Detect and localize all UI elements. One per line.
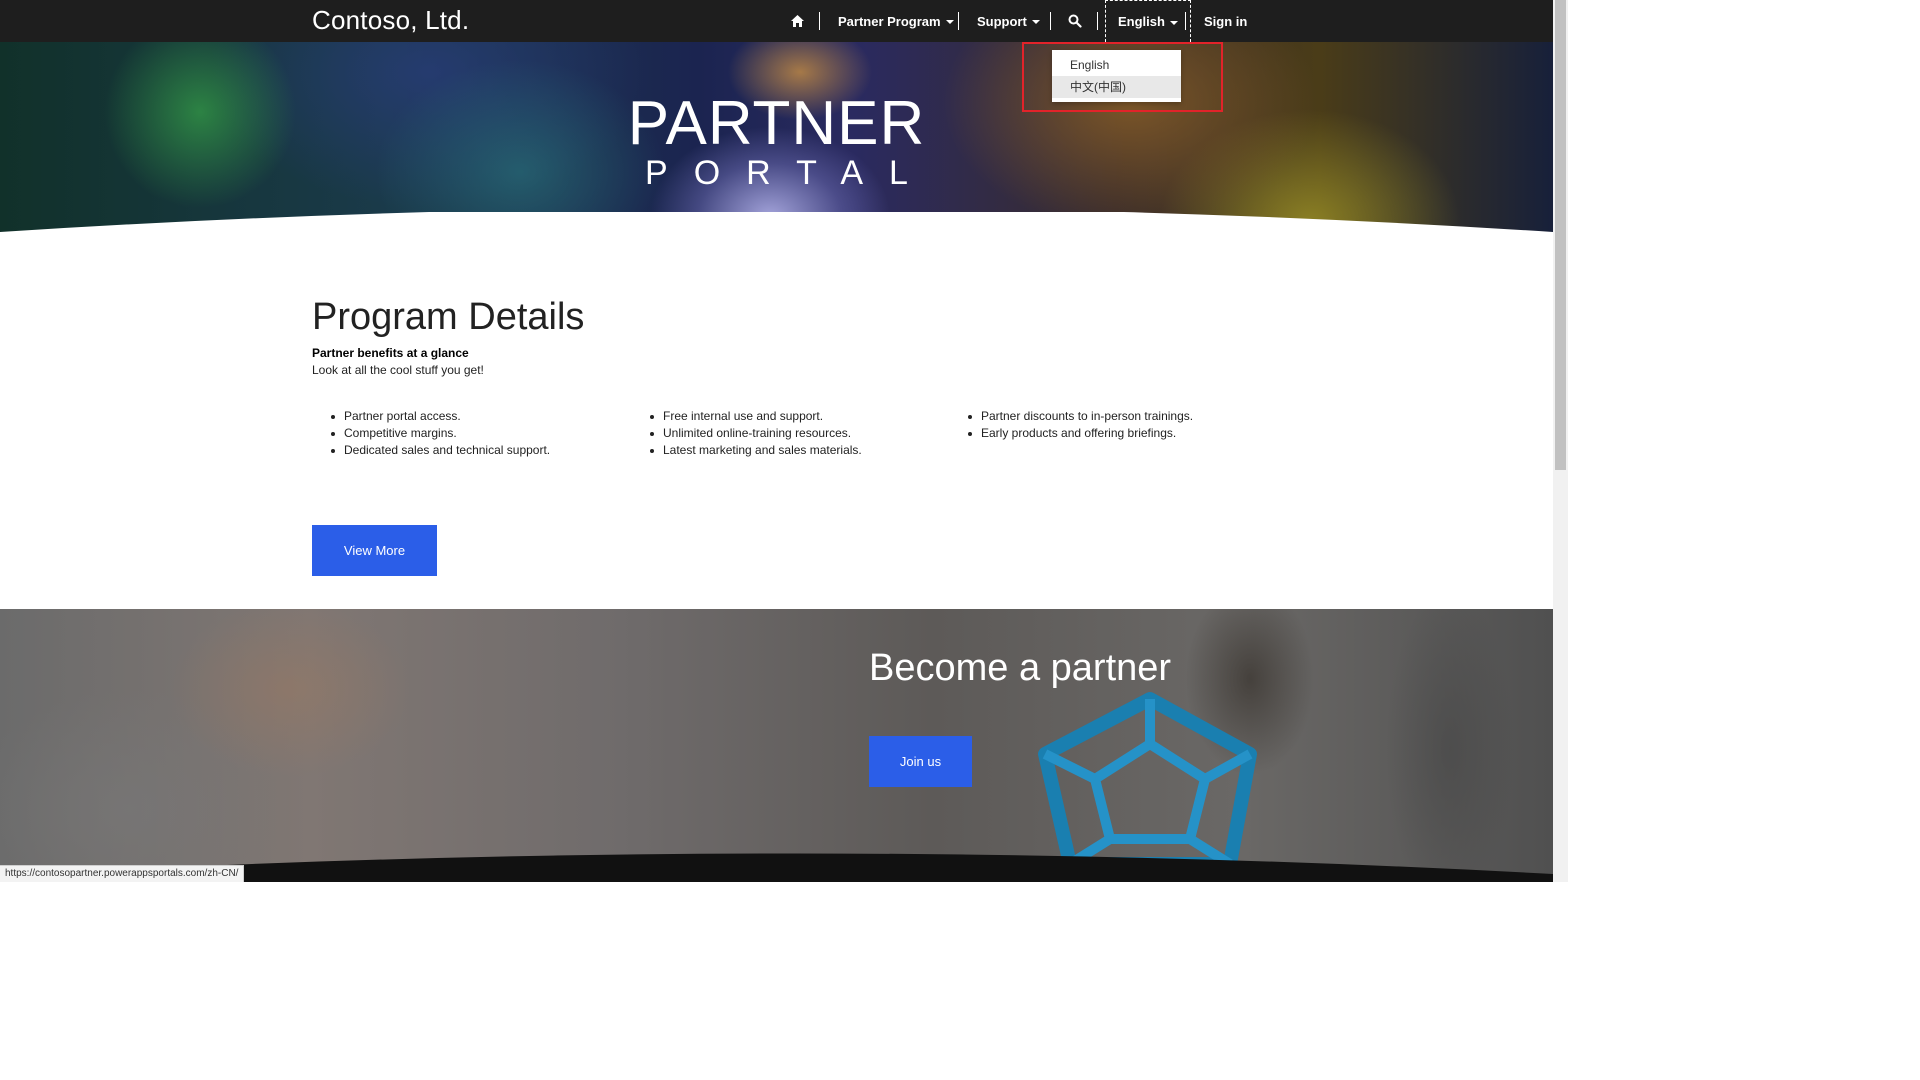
nav-support-label: Support [977, 13, 1027, 29]
language-menu-toggle[interactable]: English [1105, 0, 1191, 42]
list-item: Competitive margins. [312, 426, 550, 443]
language-option-english[interactable]: English [1052, 54, 1181, 76]
nav-separator [1097, 12, 1098, 30]
nav-separator [958, 12, 959, 30]
program-tagline: Look at all the cool stuff you get! [312, 363, 484, 377]
sign-in-link[interactable]: Sign in [1204, 0, 1247, 42]
chevron-down-icon [945, 20, 954, 24]
nav-partner-program-menu[interactable]: Partner Program [838, 0, 954, 42]
language-menu-label: English [1118, 14, 1165, 29]
partner-background-image [0, 609, 1553, 882]
benefits-list-col1: Partner portal access. Competitive margi… [312, 409, 550, 460]
search-icon[interactable] [1068, 0, 1082, 42]
nav-separator [1050, 12, 1051, 30]
program-subtitle: Partner benefits at a glance [312, 346, 469, 360]
nav-support-menu[interactable]: Support [977, 0, 1040, 42]
benefits-list-col3: Partner discounts to in-person trainings… [949, 409, 1193, 443]
browser-status-url: https://contosopartner.powerappsportals.… [0, 865, 245, 882]
chevron-down-icon [1169, 20, 1178, 25]
hero-title-line1: PARTNER [627, 89, 926, 158]
hero-title-line2: PORTAL [645, 154, 934, 192]
hero-banner: PARTNER PORTAL [0, 42, 1553, 252]
list-item: Partner portal access. [312, 409, 550, 426]
become-partner-title: Become a partner [869, 647, 1172, 689]
join-us-button[interactable]: Join us [869, 736, 972, 787]
hero-curve-divider [0, 212, 1553, 252]
view-more-button[interactable]: View More [312, 525, 437, 576]
list-item: Latest marketing and sales materials. [631, 443, 862, 460]
list-item: Dedicated sales and technical support. [312, 443, 550, 460]
home-icon[interactable] [790, 0, 805, 42]
list-item: Partner discounts to in-person trainings… [949, 409, 1193, 426]
nav-partner-program-label: Partner Program [838, 13, 941, 29]
language-dropdown-menu: English 中文(中国) [1052, 50, 1181, 102]
list-item: Free internal use and support. [631, 409, 862, 426]
nav-separator [1185, 12, 1186, 30]
top-navbar: Contoso, Ltd. Partner Program Support En… [0, 0, 1553, 42]
scrollbar-thumb[interactable] [1555, 0, 1566, 470]
brand-logo-text[interactable]: Contoso, Ltd. [312, 5, 469, 36]
program-details-title: Program Details [312, 296, 585, 338]
nav-separator [819, 12, 820, 30]
language-option-chinese[interactable]: 中文(中国) [1052, 76, 1181, 98]
list-item: Unlimited online-training resources. [631, 426, 862, 443]
become-partner-section: Become a partner Join us [0, 609, 1553, 882]
page-scrollbar[interactable] [1553, 0, 1568, 882]
benefits-list-col2: Free internal use and support. Unlimited… [631, 409, 862, 460]
list-item: Early products and offering briefings. [949, 426, 1193, 443]
chevron-down-icon [1031, 20, 1040, 24]
